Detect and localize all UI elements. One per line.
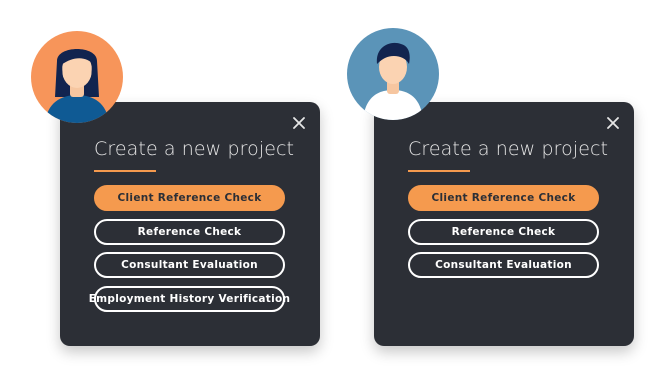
close-icon[interactable] <box>292 116 306 130</box>
dialog-title: Create a new project <box>408 138 609 160</box>
male-avatar-icon <box>347 28 439 120</box>
stage: Create a new project Client Reference Ch… <box>0 0 670 376</box>
project-type-options: Client Reference Check Reference Check C… <box>89 185 290 319</box>
option-consultant-evaluation[interactable]: Consultant Evaluation <box>408 252 599 278</box>
create-project-dialog-1: Create a new project Client Reference Ch… <box>60 102 320 346</box>
title-divider <box>408 170 470 172</box>
create-project-dialog-2: Create a new project Client Reference Ch… <box>374 102 634 346</box>
option-reference-check[interactable]: Reference Check <box>94 218 285 245</box>
female-avatar-icon <box>31 31 123 123</box>
title-divider <box>94 170 156 172</box>
close-icon[interactable] <box>606 116 620 130</box>
dialog-title: Create a new project <box>94 138 295 160</box>
option-client-reference-check[interactable]: Client Reference Check <box>408 185 599 211</box>
option-consultant-evaluation[interactable]: Consultant Evaluation <box>94 252 285 278</box>
option-employment-history-verification[interactable]: Employment History Verification <box>89 285 290 312</box>
project-type-options: Client Reference Check Reference Check C… <box>408 185 599 286</box>
option-client-reference-check[interactable]: Client Reference Check <box>94 185 285 211</box>
option-reference-check[interactable]: Reference Check <box>408 218 599 245</box>
